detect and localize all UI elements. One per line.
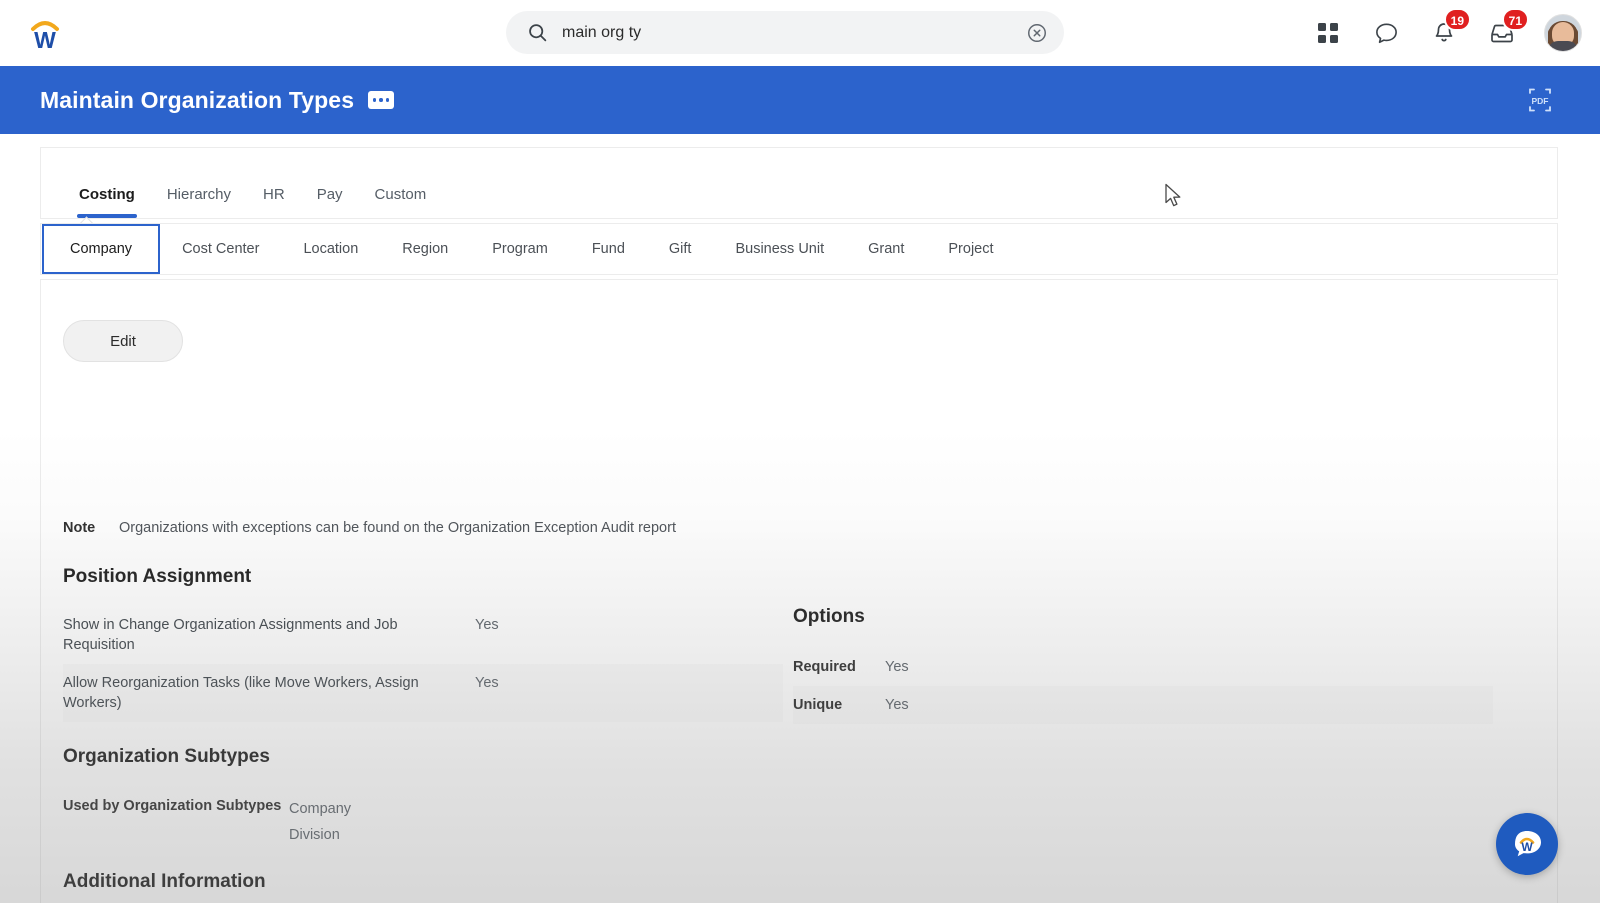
additional-information-title: Additional Information [63,871,266,892]
subtab-region[interactable]: Region [380,224,470,274]
subtab-label: Gift [668,241,692,257]
option-label: Required [793,659,856,675]
note-label: Note [63,520,96,536]
options-title: Options [793,606,865,627]
subtab-company[interactable]: Company [42,224,161,274]
clear-search-icon[interactable] [1026,22,1048,44]
tab-label: Costing [79,186,135,203]
subtab-label: Company [70,241,133,257]
note-text: Organizations with exceptions can be fou… [119,520,676,536]
subtab-location[interactable]: Location [281,224,380,274]
global-search[interactable] [506,11,1064,54]
position-assignment-title: Position Assignment [63,566,252,587]
subtype-values: Company Division [289,796,783,848]
additional-information-section: Additional Information Other Usages Comp… [63,871,783,903]
subtab-label: Grant [868,241,905,257]
inbox-badge: 71 [1501,8,1529,31]
tab-label: Hierarchy [166,186,232,203]
subtype-label: Used by Organization Subtypes [63,798,282,814]
option-value: Yes [885,659,909,675]
field-row: Show in Change Organization Assignments … [63,606,783,664]
subtab-label: Program [492,241,548,257]
tab-custom[interactable]: Custom [359,187,443,218]
secondary-tab-bar: Company Cost Center Location Region Prog… [40,223,1558,275]
option-row: Required Yes [793,648,1493,686]
options-section: Options Required Yes Unique Yes [793,606,1493,724]
notifications-badge: 19 [1443,8,1471,31]
field-row: Allow Reorganization Tasks (like Move Wo… [63,664,783,722]
field-value: Yes [475,617,499,633]
option-label: Unique [793,697,843,713]
search-input[interactable] [562,23,1026,42]
workday-assistant-button[interactable]: W [1496,813,1558,875]
tab-hr[interactable]: HR [247,187,301,218]
apps-button[interactable] [1312,17,1344,49]
page-title-bar: Maintain Organization Types PDF [0,66,1600,134]
avatar[interactable] [1544,14,1582,52]
pdf-icon[interactable]: PDF [1526,85,1554,115]
organization-subtypes-section: Organization Subtypes Used by Organizati… [63,746,783,856]
primary-tab-bar: Costing Hierarchy HR Pay Custom [40,147,1558,219]
note-row: Note Organizations with exceptions can b… [63,520,676,536]
tab-costing[interactable]: Costing [63,187,151,218]
subtab-project[interactable]: Project [926,224,1015,274]
svg-text:W: W [1521,840,1533,854]
inbox-button[interactable]: 71 [1486,8,1529,49]
page-body: Costing Hierarchy HR Pay Custom Company … [0,134,1600,903]
subtab-program[interactable]: Program [470,224,570,274]
page-title: Maintain Organization Types [40,86,355,113]
option-row: Unique Yes [793,686,1493,724]
svg-text:PDF: PDF [1532,96,1549,106]
tab-label: Custom [374,186,427,203]
top-bar-actions: 19 71 [1312,0,1582,66]
subtab-business-unit[interactable]: Business Unit [713,224,846,274]
avatar-body [1548,41,1578,51]
search-icon [526,22,548,44]
field-label: Allow Reorganization Tasks (like Move Wo… [63,675,419,711]
field-value: Yes [475,675,499,691]
subtab-grant[interactable]: Grant [846,224,926,274]
subtab-label: Fund [591,241,625,257]
subtype-value: Company [289,801,352,817]
option-value: Yes [885,697,909,713]
company-detail-panel: Edit Note Organizations with exceptions … [40,279,1558,903]
related-actions-icon[interactable] [368,91,395,109]
subtype-row: Used by Organization Subtypes Company Di… [63,788,783,856]
chat-button[interactable] [1370,17,1402,49]
field-label: Show in Change Organization Assignments … [63,617,398,653]
edit-button[interactable]: Edit [63,320,183,362]
subtab-gift[interactable]: Gift [647,224,714,274]
subtab-label: Project [948,241,994,257]
workday-logo-icon[interactable]: W [24,12,66,54]
organization-subtypes-title: Organization Subtypes [63,746,270,767]
subtab-label: Location [303,241,359,257]
position-assignment-section: Position Assignment Show in Change Organ… [63,566,783,722]
subtab-cost-center[interactable]: Cost Center [160,224,281,274]
subtype-value: Division [289,827,340,843]
subtab-label: Business Unit [735,241,825,257]
tab-label: HR [263,186,285,203]
subtab-fund[interactable]: Fund [570,224,647,274]
tab-pay[interactable]: Pay [301,187,359,218]
subtab-label: Cost Center [182,241,260,257]
tab-hierarchy[interactable]: Hierarchy [151,187,247,218]
notifications-button[interactable]: 19 [1428,8,1471,49]
tab-label: Pay [316,186,343,203]
global-top-bar: W main org ty 19 71 [0,0,1600,66]
svg-text:W: W [34,27,56,53]
subtab-label: Region [402,241,449,257]
